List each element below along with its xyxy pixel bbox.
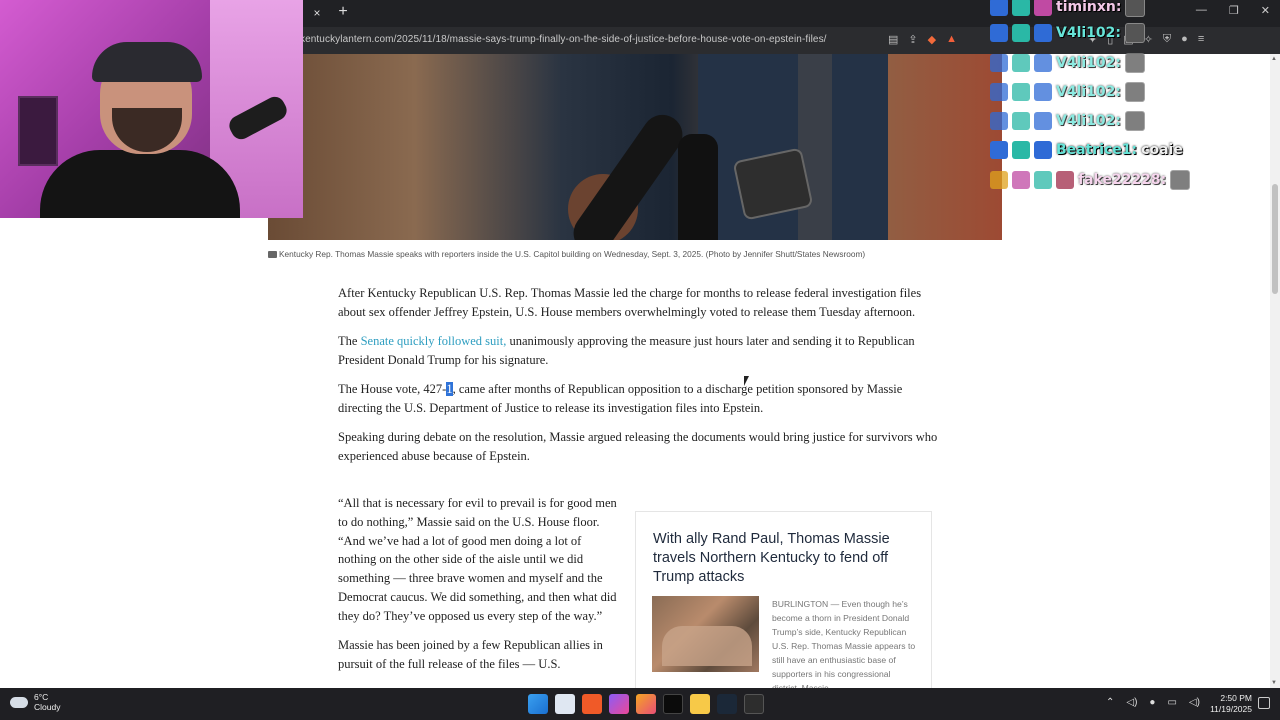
related-story-excerpt: BURLINGTON — Even though he’s become a t… bbox=[772, 599, 916, 693]
badge-icon bbox=[990, 141, 1008, 159]
badge-icon bbox=[990, 83, 1008, 101]
chat-message: V4li102: bbox=[990, 22, 1145, 44]
mouse-cursor-icon bbox=[744, 376, 749, 386]
weather-condition: Cloudy bbox=[34, 702, 61, 712]
chat-username: Beatrice1: bbox=[1056, 142, 1138, 158]
image-caption: Kentucky Rep. Thomas Massie speaks with … bbox=[268, 249, 1008, 259]
app-icon[interactable] bbox=[636, 694, 656, 714]
chat-message: fake22228: bbox=[990, 169, 1191, 191]
steam-icon[interactable] bbox=[717, 694, 737, 714]
paragraph-5: “All that is necessary for evil to preva… bbox=[338, 496, 617, 623]
badge-icon bbox=[1034, 171, 1052, 189]
camera-icon bbox=[268, 251, 277, 258]
badge-icon bbox=[1034, 0, 1052, 16]
reader-mode-icon[interactable]: ▤ bbox=[888, 33, 898, 46]
start-icon[interactable] bbox=[528, 694, 548, 714]
volume-icon[interactable]: ◁) bbox=[1189, 697, 1200, 708]
new-tab-button[interactable]: + bbox=[334, 3, 352, 21]
brave-browser-icon[interactable] bbox=[582, 694, 602, 714]
chat-username: timinxn: bbox=[1056, 0, 1122, 15]
badge-icon bbox=[990, 24, 1008, 42]
speaker-icon[interactable]: ◁) bbox=[1126, 697, 1137, 708]
chat-emote bbox=[1125, 23, 1145, 43]
brave-shields-icon[interactable]: ◆ bbox=[928, 33, 936, 46]
terminal-icon[interactable] bbox=[744, 694, 764, 714]
badge-icon bbox=[1056, 171, 1074, 189]
chat-emote bbox=[1125, 53, 1145, 73]
chat-emote bbox=[1125, 0, 1146, 17]
clock-date: 11/19/2025 bbox=[1210, 704, 1252, 714]
clock[interactable]: 2:50 PM 11/19/2025 bbox=[1206, 693, 1252, 715]
share-icon[interactable]: ⇪ bbox=[908, 33, 917, 46]
taskbar-apps bbox=[528, 694, 764, 714]
file-explorer-icon[interactable] bbox=[690, 694, 710, 714]
badge-icon bbox=[1034, 24, 1052, 42]
paragraph-4: Speaking during debate on the resolution… bbox=[338, 430, 938, 464]
badge-icon bbox=[1012, 141, 1030, 159]
tab-close-button[interactable]: × bbox=[308, 4, 326, 22]
badge-icon bbox=[1012, 171, 1030, 189]
paragraph-6: Massie has been joined by a few Republic… bbox=[338, 638, 603, 671]
badge-icon bbox=[1012, 0, 1030, 16]
address-bar-icons: ▤ ⇪ ◆ ▲ bbox=[888, 33, 957, 46]
network-icon[interactable]: ▭ bbox=[1167, 697, 1176, 708]
badge-icon bbox=[1012, 83, 1030, 101]
badge-icon bbox=[1012, 24, 1030, 42]
chat-message: Beatrice1: coaie bbox=[990, 139, 1183, 161]
stream-chat-overlay: timinxn: V4li102: V4li102: V4li102: V4li… bbox=[990, 0, 1280, 200]
chat-message: V4li102: bbox=[990, 52, 1145, 74]
badge-icon bbox=[1034, 141, 1052, 159]
chat-message: timinxn: bbox=[990, 0, 1146, 18]
hero-image bbox=[268, 54, 1002, 240]
clock-time: 2:50 PM bbox=[1220, 693, 1252, 703]
chat-emote bbox=[1170, 170, 1191, 190]
app-icon[interactable] bbox=[663, 694, 683, 714]
chat-username: V4li102: bbox=[1056, 84, 1121, 100]
article-body-left-column: “All that is necessary for evil to preva… bbox=[338, 494, 620, 684]
badge-icon bbox=[1034, 54, 1052, 72]
chat-emote bbox=[1125, 82, 1145, 102]
chat-username: V4li102: bbox=[1056, 25, 1121, 41]
weather-temp: 6°C bbox=[34, 692, 49, 702]
scrollbar-thumb[interactable] bbox=[1272, 184, 1278, 294]
chat-text: coaie bbox=[1141, 142, 1183, 158]
caption-text: Kentucky Rep. Thomas Massie speaks with … bbox=[279, 249, 866, 259]
senate-followed-suit-link[interactable]: Senate quickly followed suit, bbox=[361, 334, 507, 348]
badge-icon bbox=[1012, 54, 1030, 72]
paragraph-3: The House vote, 427-1, came after months… bbox=[338, 382, 903, 415]
weather-widget[interactable]: 6°C Cloudy bbox=[10, 692, 60, 712]
chat-message: V4li102: bbox=[990, 81, 1145, 103]
app-icon[interactable] bbox=[609, 694, 629, 714]
badge-icon bbox=[1034, 112, 1052, 130]
badge-icon bbox=[990, 54, 1008, 72]
notepad-icon[interactable] bbox=[555, 694, 575, 714]
notifications-icon[interactable] bbox=[1258, 697, 1270, 709]
chat-username: fake22228: bbox=[1078, 172, 1167, 188]
tray-overflow-icon[interactable]: ⌃ bbox=[1106, 697, 1114, 708]
article-body: After Kentucky Republican U.S. Rep. Thom… bbox=[338, 284, 938, 476]
badge-icon bbox=[990, 112, 1008, 130]
paragraph-1: After Kentucky Republican U.S. Rep. Thom… bbox=[338, 286, 922, 319]
taskbar: 6°C Cloudy ⌃ ◁) ● ▭ ◁) 2:50 PM 11/19/202… bbox=[0, 688, 1280, 720]
chat-message: V4li102: bbox=[990, 110, 1145, 132]
webcam-overlay bbox=[0, 0, 303, 218]
chat-username: V4li102: bbox=[1056, 113, 1121, 129]
related-story-card[interactable]: With ally Rand Paul, Thomas Massie trave… bbox=[635, 511, 932, 701]
related-story-title[interactable]: With ally Rand Paul, Thomas Massie trave… bbox=[653, 530, 918, 588]
badge-icon bbox=[990, 171, 1008, 189]
system-tray: ⌃ ◁) ● ▭ ◁) bbox=[1106, 697, 1200, 708]
microphone-icon[interactable]: ● bbox=[1149, 697, 1155, 708]
brave-rewards-icon[interactable]: ▲ bbox=[946, 33, 957, 46]
scroll-down-icon[interactable]: ▼ bbox=[1271, 680, 1277, 686]
paragraph-2: The Senate quickly followed suit, unanim… bbox=[338, 334, 915, 367]
badge-icon bbox=[1034, 83, 1052, 101]
chat-emote bbox=[1125, 111, 1145, 131]
badge-icon bbox=[990, 0, 1008, 16]
related-story-image[interactable] bbox=[652, 596, 759, 672]
cloud-icon bbox=[10, 696, 28, 708]
badge-icon bbox=[1012, 112, 1030, 130]
url-field[interactable]: kentuckylantern.com/2025/11/18/massie-sa… bbox=[300, 34, 827, 45]
chat-username: V4li102: bbox=[1056, 55, 1121, 71]
